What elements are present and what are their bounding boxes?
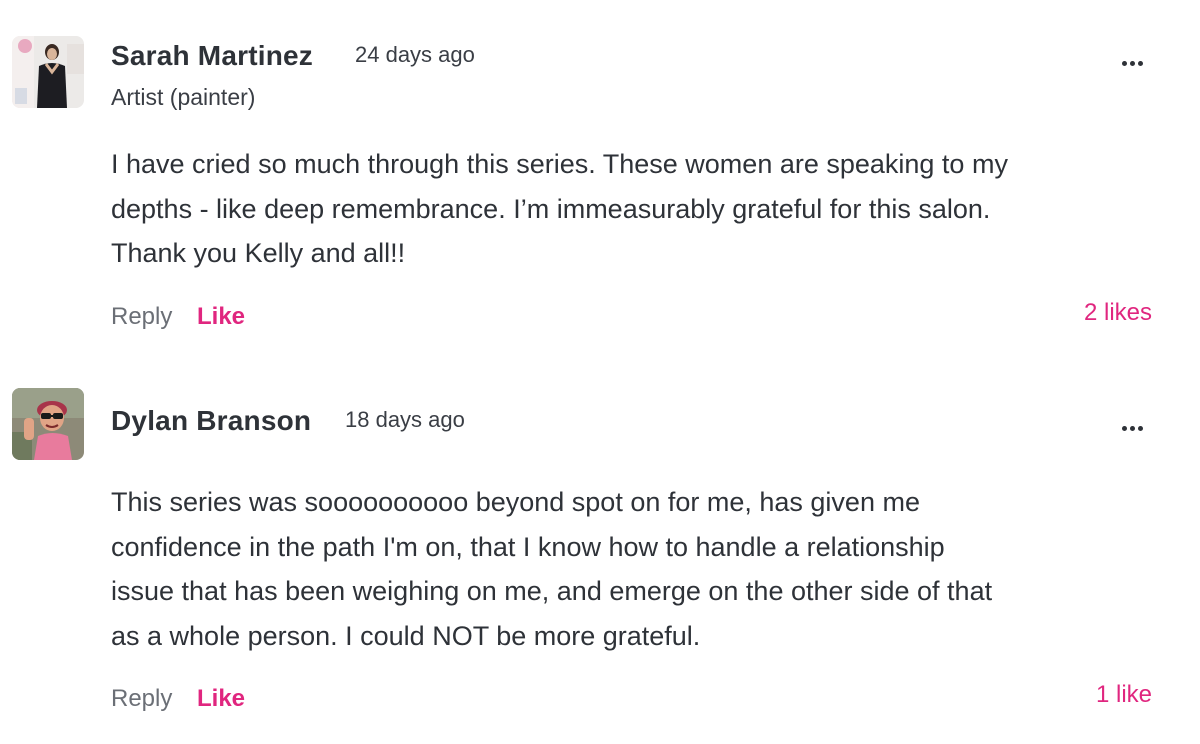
- timestamp: 24 days ago: [355, 42, 475, 67]
- like-button[interactable]: Like: [197, 303, 245, 331]
- comment-text-line: This series was soooooooooo beyond spot …: [111, 487, 920, 517]
- avatar[interactable]: [12, 388, 84, 460]
- author-name[interactable]: Dylan Branson: [111, 405, 311, 437]
- comment-text: This series was soooooooooo beyond spot …: [111, 480, 1151, 658]
- avatar-photo: [12, 388, 84, 460]
- comment-text-line: I have cried so much through this series…: [111, 149, 1008, 179]
- reply-button[interactable]: Reply: [111, 303, 172, 331]
- comment-text-line: depths - like deep remembrance. I’m imme…: [111, 193, 991, 224]
- timestamp: 18 days ago: [345, 407, 465, 432]
- more-options-icon[interactable]: [1112, 415, 1152, 441]
- comment-item: Sarah Martinez 24 days ago Artist (paint…: [0, 0, 1200, 360]
- likes-count[interactable]: 2 likes: [1084, 299, 1152, 327]
- comment-item: Dylan Branson 18 days ago This series wa…: [0, 370, 1200, 744]
- comment-text-line: Thank you Kelly and all!!: [111, 238, 406, 268]
- more-options-icon[interactable]: [1112, 50, 1152, 76]
- author-role: Artist (painter): [111, 84, 256, 110]
- like-button[interactable]: Like: [197, 685, 245, 713]
- comment-text-line: issue that has been weighing on me, and …: [111, 576, 993, 606]
- avatar-photo: [12, 36, 84, 108]
- comment-text-line: as a whole person. I could NOT be more g…: [111, 620, 701, 651]
- comment-text: I have cried so much through this series…: [111, 142, 1151, 276]
- author-name[interactable]: Sarah Martinez: [111, 40, 313, 72]
- avatar[interactable]: [12, 36, 84, 108]
- comment-text-line: confidence in the path I'm on, that I kn…: [111, 531, 945, 562]
- likes-count[interactable]: 1 like: [1096, 681, 1152, 709]
- reply-button[interactable]: Reply: [111, 685, 172, 713]
